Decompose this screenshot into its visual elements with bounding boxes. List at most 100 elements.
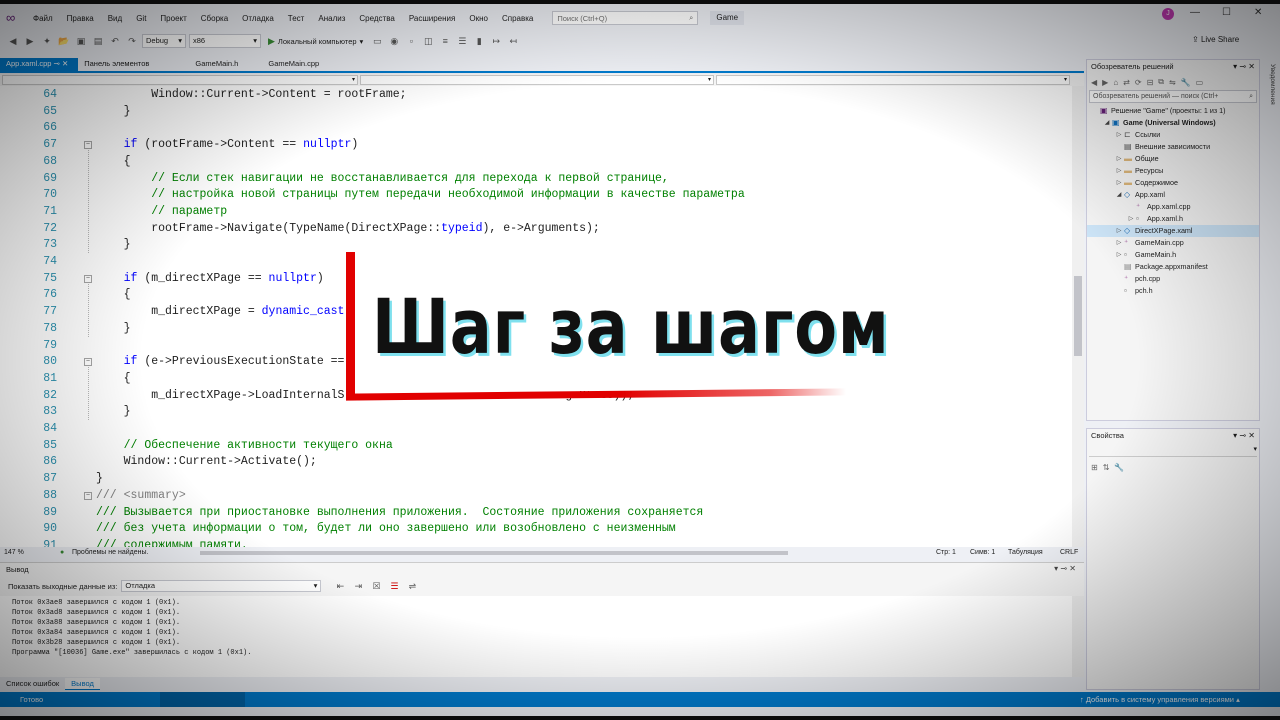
code-line[interactable]: 73 }	[0, 237, 1072, 254]
alphabetical-icon[interactable]: ⇅	[1103, 463, 1110, 472]
undo-icon[interactable]: ↶	[108, 34, 122, 48]
new-project-icon[interactable]: ✦	[40, 34, 54, 48]
close-icon[interactable]: ✕	[1069, 564, 1076, 573]
object-selector[interactable]: ▾	[1089, 445, 1257, 457]
close-icon[interactable]: ✕	[1254, 7, 1262, 18]
property-pages-icon[interactable]: 🔧	[1114, 463, 1124, 472]
word-wrap-icon[interactable]: ☰	[387, 579, 401, 593]
comment-icon[interactable]: ☰	[455, 34, 469, 48]
tab-app-xaml-cpp[interactable]: App.xaml.cpp ⊸ ✕	[0, 58, 79, 71]
code-line[interactable]: 66	[0, 120, 1072, 137]
output-scrollbar[interactable]	[1072, 596, 1084, 677]
properties-icon[interactable]: 🔧	[1181, 78, 1191, 87]
bookmark-next-icon[interactable]: ↦	[489, 34, 503, 48]
tab-toolbox[interactable]: Панель элементов	[78, 58, 159, 71]
code-line[interactable]: 79	[0, 338, 1072, 355]
editor-scrollbar[interactable]	[1072, 86, 1084, 547]
show-all-files-icon[interactable]: ⧉	[1158, 77, 1164, 87]
expand-arrow-icon[interactable]: ▷	[1115, 153, 1123, 165]
expand-arrow-icon[interactable]: ▷	[1115, 177, 1123, 189]
tab-error-list[interactable]: Список ошибок	[0, 678, 65, 690]
dropdown-icon[interactable]: ▾	[1233, 62, 1237, 71]
preview-icon[interactable]: ▭	[1196, 78, 1204, 87]
open-icon[interactable]: 📂	[57, 34, 71, 48]
line-ending[interactable]: CRLF	[1060, 547, 1078, 559]
code-line[interactable]: 90 /// без учета информации о том, будет …	[0, 521, 1072, 538]
collapse-all-icon[interactable]: ⊟	[1147, 78, 1154, 87]
close-icon[interactable]: ✕	[1248, 62, 1255, 71]
code-line[interactable]: 91 /// содержимым памяти.	[0, 538, 1072, 547]
code-line[interactable]: 87}	[0, 471, 1072, 488]
code-line[interactable]: 83 }	[0, 404, 1072, 421]
align-icon[interactable]: ≡	[438, 34, 452, 48]
pending-changes-icon[interactable]: ⟳	[1135, 78, 1142, 87]
issues-status[interactable]: Проблемы не найдены.	[72, 547, 148, 559]
code-line[interactable]: 72 rootFrame->Navigate(TypeName(DirectXP…	[0, 221, 1072, 238]
member-dropdown[interactable]: ▾	[716, 75, 1070, 85]
menu-item[interactable]: Вид	[101, 14, 129, 23]
configuration-select[interactable]: Debug ▾	[142, 34, 186, 48]
menu-item[interactable]: Git	[129, 14, 153, 23]
tree-item[interactable]: ◢ ▣ Game (Universal Windows)	[1087, 117, 1259, 129]
maximize-icon[interactable]: ☐	[1222, 7, 1231, 18]
save-icon[interactable]: ▣	[74, 34, 88, 48]
tree-item[interactable]: ▷ ▫ GameMain.h	[1087, 249, 1259, 261]
categorized-icon[interactable]: ⊞	[1091, 463, 1098, 472]
code-line[interactable]: 68 {	[0, 154, 1072, 171]
tab-gamemain-h[interactable]: GameMain.h	[189, 58, 248, 71]
horizontal-scrollbar-thumb[interactable]	[200, 551, 788, 555]
code-editor[interactable]: 64 Window::Current->Content = rootFrame;…	[0, 86, 1072, 547]
tree-item[interactable]: ▫ pch.h	[1087, 285, 1259, 297]
code-line[interactable]: 78 }	[0, 321, 1072, 338]
pin-icon[interactable]: ⊸	[1060, 564, 1067, 573]
folder-icon[interactable]: ▭	[370, 34, 384, 48]
pin-icon[interactable]: ⊸	[1239, 431, 1246, 440]
run-button[interactable]: ▶ Локальный компьютер ▾	[264, 36, 367, 47]
expand-arrow-icon[interactable]: ◢	[1103, 117, 1111, 129]
tree-item[interactable]: ▷ ⁺ GameMain.cpp	[1087, 237, 1259, 249]
sync-icon[interactable]: ⇋	[1169, 78, 1176, 87]
output-source-select[interactable]: Отладка ▾	[121, 580, 322, 592]
tree-item[interactable]: ▷ ▬ Общие	[1087, 153, 1259, 165]
code-line[interactable]: 71 // параметр	[0, 204, 1072, 221]
code-line[interactable]: 77 m_directXPage = dynamic_cast	[0, 304, 1072, 321]
back-icon[interactable]: ◀	[1091, 78, 1097, 87]
zoom-level[interactable]: 147 %	[4, 547, 24, 559]
tree-item[interactable]: ⁺ App.xaml.cpp	[1087, 201, 1259, 213]
solution-search-input[interactable]: Обозреватель решений — поиск (Ctrl+ ⌕	[1089, 90, 1257, 103]
scrollbar-thumb[interactable]	[1074, 276, 1082, 356]
menu-item[interactable]: Расширения	[402, 14, 463, 23]
fold-toggle-icon[interactable]: −	[84, 141, 92, 150]
code-line[interactable]: 80 − if (e->PreviousExecutionState ==	[0, 354, 1072, 371]
close-icon[interactable]: ✕	[1248, 431, 1255, 440]
bookmark-icon[interactable]: ▮	[472, 34, 486, 48]
expand-arrow-icon[interactable]: ▷	[1115, 129, 1123, 141]
platform-select[interactable]: x86 ▾	[189, 34, 261, 48]
code-line[interactable]: 85 // Обеспечение активности текущего ок…	[0, 438, 1072, 455]
toggle-wrap-icon[interactable]: ⇌	[405, 579, 419, 593]
tree-item[interactable]: ▣ Решение "Game" (проекты: 1 из 1)	[1087, 105, 1259, 117]
menu-item[interactable]: Файл	[26, 14, 60, 23]
clear-all-icon[interactable]: ☒	[369, 579, 383, 593]
code-line[interactable]: 76 {	[0, 287, 1072, 304]
menu-item[interactable]: Средства	[352, 14, 401, 23]
add-to-source-control[interactable]: ↑ Добавить в систему управления версиями…	[1080, 692, 1240, 707]
tab-gamemain-cpp[interactable]: GameMain.cpp	[262, 58, 329, 71]
expand-arrow-icon[interactable]: ▷	[1115, 165, 1123, 177]
expand-arrow-icon[interactable]: ◢	[1115, 189, 1123, 201]
forward-icon[interactable]: ▶	[23, 34, 37, 48]
avatar[interactable]: J	[1162, 8, 1174, 20]
project-dropdown[interactable]: ▾	[2, 75, 358, 85]
code-line[interactable]: 89 /// Вызывается при приостановке выполн…	[0, 505, 1072, 522]
code-line[interactable]: 69 // Если стек навигации не восстанавли…	[0, 171, 1072, 188]
menu-item[interactable]: Справка	[495, 14, 540, 23]
close-tab-icon[interactable]: ✕	[62, 59, 68, 68]
step-icon[interactable]: ▫	[404, 34, 418, 48]
code-line[interactable]: 82 m_directXPage->LoadInternalS ageState…	[0, 388, 1072, 405]
output-text[interactable]: Поток 0x3ae8 завершился с кодом 1 (0x1).…	[0, 596, 1072, 677]
redo-icon[interactable]: ↷	[125, 34, 139, 48]
tree-item[interactable]: ▷ ◇ DirectXPage.xaml	[1087, 225, 1259, 237]
tab-output[interactable]: Вывод	[65, 678, 100, 690]
code-line[interactable]: 65 }	[0, 104, 1072, 121]
search-input[interactable]: Поиск (Ctrl+Q) ⌕	[552, 11, 699, 25]
